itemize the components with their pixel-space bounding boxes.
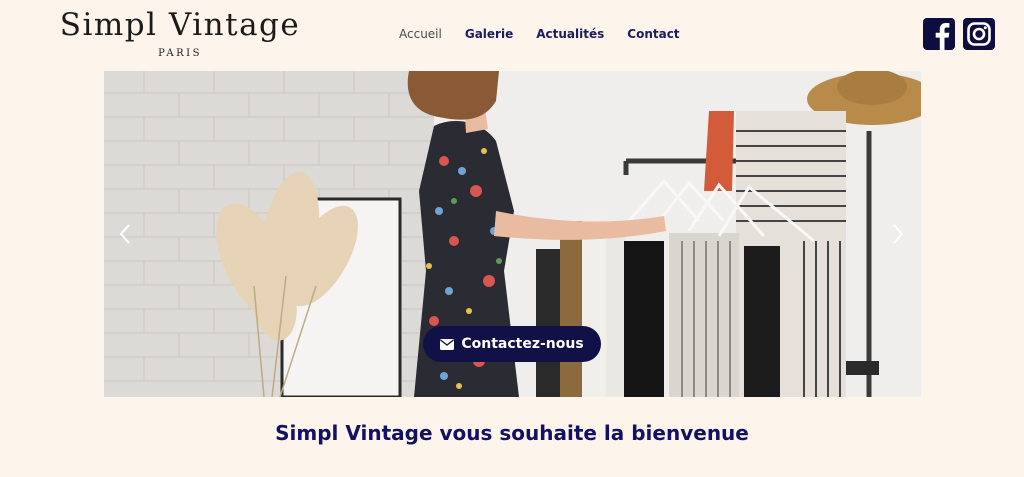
contact-us-label: Contactez-nous [461, 336, 584, 352]
slider-next-arrow[interactable] [890, 222, 906, 246]
logo-location: PARIS [158, 48, 202, 59]
facebook-link[interactable] [923, 18, 955, 50]
main-nav: Accueil Galerie Actualités Contact [399, 27, 703, 41]
nav-item-accueil[interactable]: Accueil [399, 27, 442, 41]
logo-name: Simpl Vintage [59, 7, 301, 43]
site-logo[interactable]: Simpl Vintage PARIS [58, 6, 302, 59]
contact-us-button[interactable]: Contactez-nous [423, 326, 601, 362]
slider-prev-arrow[interactable] [117, 222, 133, 246]
nav-item-galerie[interactable]: Galerie [465, 27, 513, 41]
nav-item-actualites[interactable]: Actualités [536, 27, 604, 41]
envelope-icon [440, 338, 455, 350]
instagram-icon [967, 22, 991, 46]
social-links [923, 18, 995, 50]
instagram-link[interactable] [963, 18, 995, 50]
welcome-heading: Simpl Vintage vous souhaite la bienvenue [275, 421, 749, 445]
facebook-icon [935, 23, 950, 50]
nav-item-contact[interactable]: Contact [627, 27, 679, 41]
